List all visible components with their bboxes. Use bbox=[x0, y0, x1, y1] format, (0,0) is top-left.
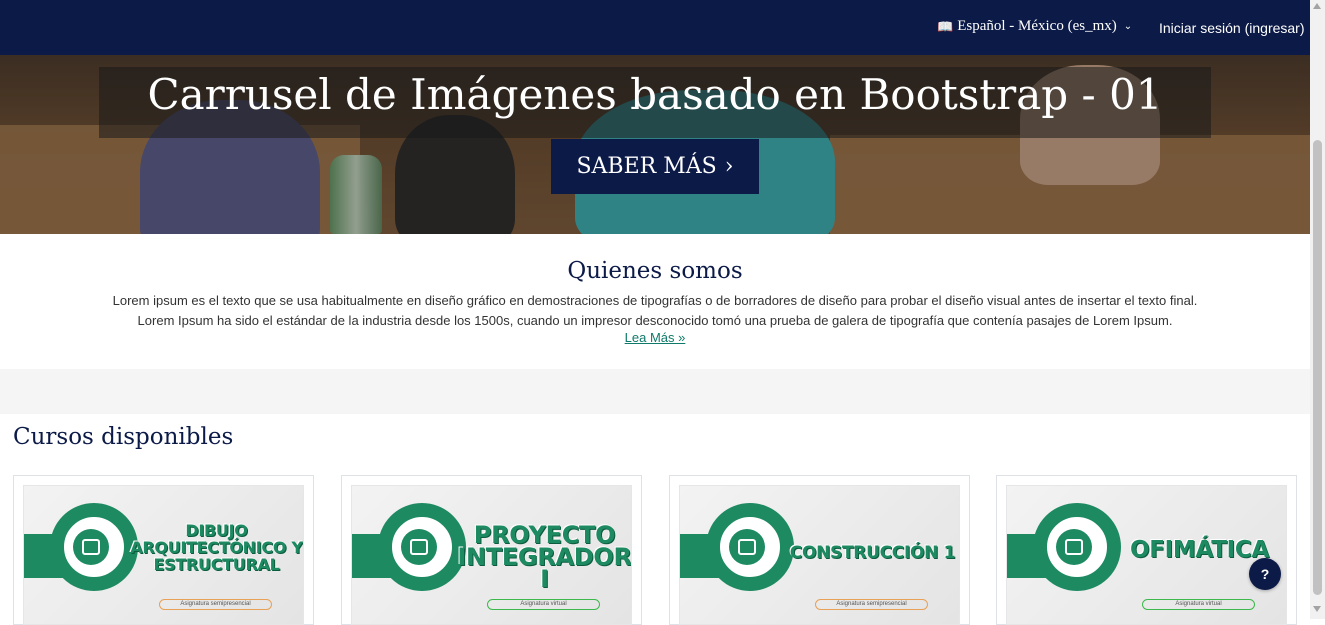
language-label: Español - México (es_mx) bbox=[957, 18, 1117, 34]
chevron-right-icon: › bbox=[724, 154, 734, 179]
course-card-image: CONSTRUCCIÓN 1 Asignatura semipresencial bbox=[679, 485, 960, 625]
login-link[interactable]: Iniciar sesión (ingresar) bbox=[1159, 20, 1305, 36]
read-more-link[interactable]: Lea Más » bbox=[0, 330, 1310, 345]
course-title: DIBUJO ARQUITECTÓNICO Y ESTRUCTURAL bbox=[130, 521, 303, 574]
chevron-down-icon: ⌄ bbox=[1123, 21, 1133, 32]
course-title: OFIMÁTICA bbox=[1130, 537, 1269, 563]
course-badge: Asignatura virtual bbox=[487, 599, 600, 610]
top-navbar: 📖 Español - México (es_mx) ⌄ Iniciar ses… bbox=[0, 0, 1310, 55]
section-divider bbox=[0, 369, 1310, 414]
course-card[interactable]: DIBUJO ARQUITECTÓNICO Y ESTRUCTURAL Asig… bbox=[13, 475, 314, 625]
about-section: Quienes somos Lorem ipsum es el texto qu… bbox=[0, 234, 1310, 369]
hero-title: Carrusel de Imágenes basado en Bootstrap… bbox=[147, 70, 1163, 119]
about-heading: Quienes somos bbox=[567, 258, 743, 284]
course-title: CONSTRUCCIÓN 1 bbox=[789, 543, 956, 563]
course-card[interactable]: PROYECTO INTEGRADOR I Asignatura virtual bbox=[341, 475, 642, 625]
chip-icon bbox=[82, 539, 100, 555]
course-title: PROYECTO INTEGRADOR I bbox=[457, 521, 632, 593]
course-card-image: DIBUJO ARQUITECTÓNICO Y ESTRUCTURAL Asig… bbox=[23, 485, 304, 625]
course-badge: Asignatura semipresencial bbox=[159, 599, 272, 610]
courses-heading: Cursos disponibles bbox=[13, 424, 234, 450]
scroll-up-arrow[interactable] bbox=[1313, 3, 1321, 9]
scroll-thumb[interactable] bbox=[1313, 140, 1322, 595]
course-card[interactable]: OFIMÁTICA Asignatura virtual bbox=[996, 475, 1297, 625]
chip-icon bbox=[1065, 539, 1083, 555]
chip-icon bbox=[410, 539, 428, 555]
translate-icon: 📖 bbox=[937, 18, 954, 34]
course-card-image: OFIMÁTICA Asignatura virtual bbox=[1006, 485, 1287, 625]
course-card-image: PROYECTO INTEGRADOR I Asignatura virtual bbox=[351, 485, 632, 625]
hero-carousel: Carrusel de Imágenes basado en Bootstrap… bbox=[0, 55, 1310, 234]
course-badge: Asignatura virtual bbox=[1142, 599, 1255, 610]
saber-mas-label: SABER MÁS bbox=[576, 154, 717, 179]
course-card[interactable]: CONSTRUCCIÓN 1 Asignatura semipresencial bbox=[669, 475, 970, 625]
help-icon: ? bbox=[1260, 566, 1270, 582]
about-body: Lorem ipsum es el texto que se usa habit… bbox=[112, 293, 1198, 328]
course-badge: Asignatura semipresencial bbox=[815, 599, 928, 610]
help-button[interactable]: ? bbox=[1249, 558, 1281, 590]
scroll-down-arrow[interactable] bbox=[1313, 606, 1321, 612]
chip-icon bbox=[738, 539, 756, 555]
language-menu[interactable]: 📖 Español - México (es_mx) ⌄ bbox=[937, 18, 1132, 35]
page-scrollbar[interactable] bbox=[1310, 0, 1325, 619]
saber-mas-button[interactable]: SABER MÁS › bbox=[551, 139, 759, 194]
